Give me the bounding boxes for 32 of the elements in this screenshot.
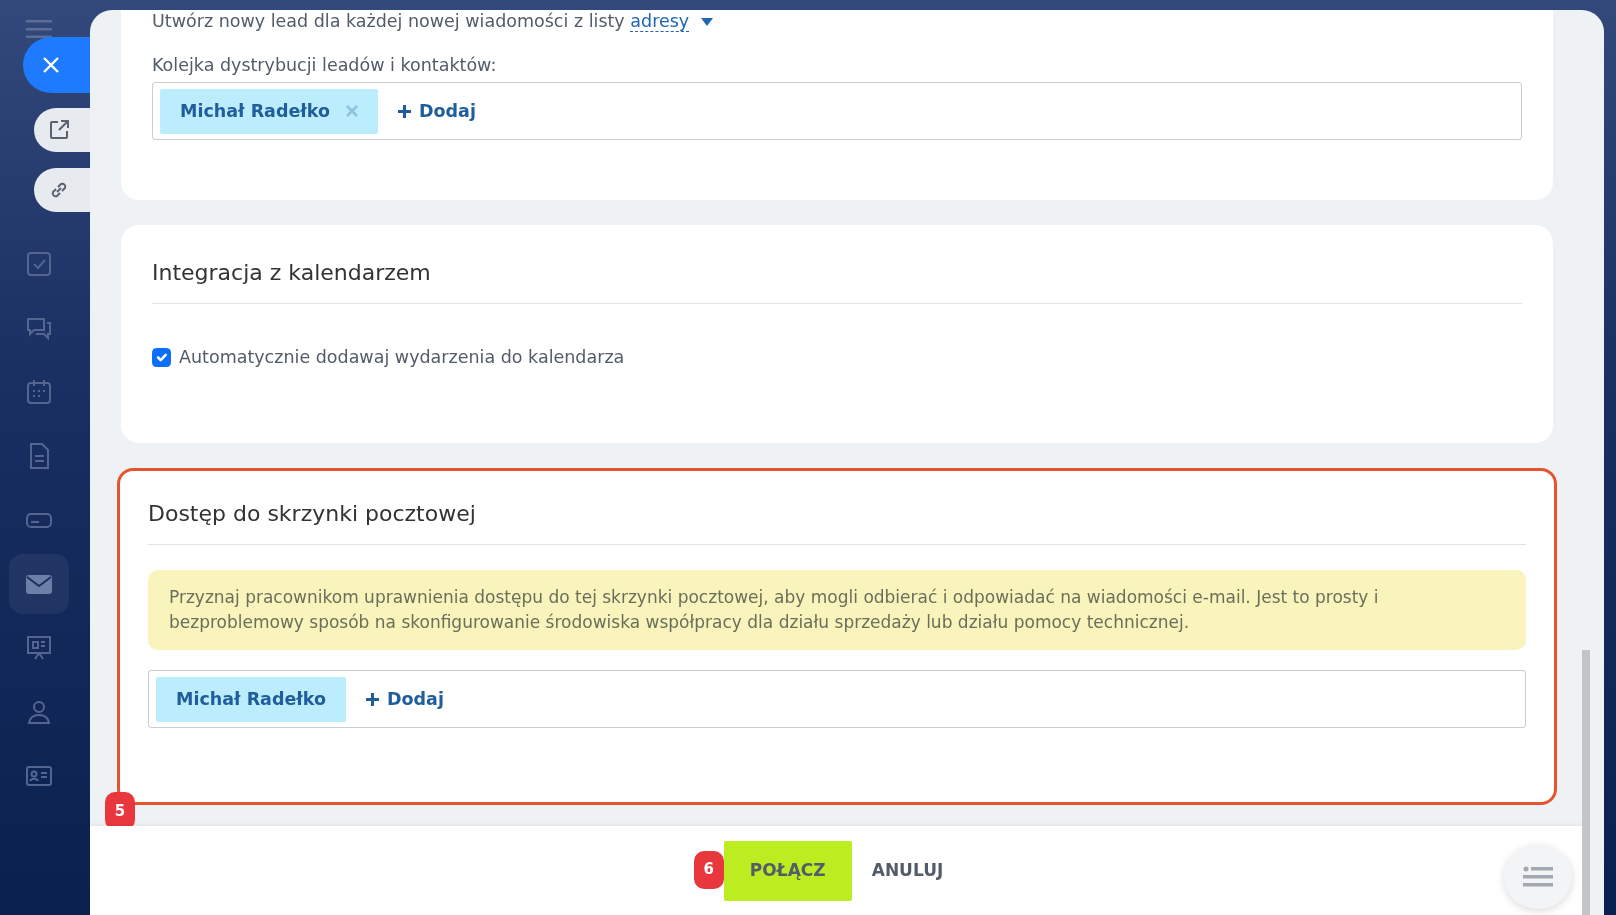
checkbox[interactable]	[152, 348, 171, 367]
caret-icon[interactable]	[700, 18, 713, 26]
external-link-icon	[48, 119, 70, 141]
open-external-button[interactable]	[34, 108, 90, 152]
people-selector-field[interactable]: Michał Radełko Dodaj	[152, 82, 1522, 141]
remove-icon[interactable]	[346, 105, 358, 118]
user-name: Michał Radełko	[180, 100, 330, 124]
list-link[interactable]: adresy	[630, 11, 690, 32]
plus-icon	[366, 692, 379, 706]
field-label: Kolejka dystrybucji leadów i kontaktów:	[152, 54, 497, 77]
close-button[interactable]	[23, 37, 90, 93]
lead-option-text: Utwórz nowy lead dla każdej nowej wiadomości z listy adresy	[152, 10, 1522, 32]
plus-icon	[398, 104, 411, 118]
menu-icon[interactable]	[26, 20, 52, 38]
checkbox-label: Automatycznie dodawaj wydarzenia do kalendarza	[179, 346, 625, 370]
add-button[interactable]: Dodaj	[366, 686, 444, 713]
scrollbar[interactable]	[1582, 650, 1590, 915]
user-name: Michał Radełko	[176, 688, 326, 712]
sidebar-item[interactable]	[9, 554, 69, 614]
info-notice: Przyznaj pracownikom uprawnienia dostępu do tej skrzynki pocztowej, aby mogli odbierać i odpowiadać na wiadomości e-mail. Jest to prosty i bezproblemowy sposób na skonfigurowanie środowiska współpracy dla działu sprzedaży lub działu pomocy technicznej.	[148, 570, 1526, 651]
cancel-button[interactable]: ANULUJ	[865, 856, 950, 885]
copy-link-button[interactable]	[34, 168, 90, 212]
step-marker: 6	[693, 850, 724, 889]
task-icon	[24, 249, 54, 279]
section-title: Integracja z kalendarzem	[152, 225, 1522, 305]
people-selector-field[interactable]: Michał Radełko Dodaj	[148, 670, 1526, 729]
list-icon	[1523, 866, 1553, 888]
connect-button[interactable]: POŁĄCZ	[723, 840, 852, 901]
add-button[interactable]: Dodaj	[398, 98, 476, 125]
close-icon	[41, 56, 60, 74]
section-title: Dostęp do skrzynki pocztowej	[148, 471, 1526, 546]
calendar-icon	[24, 377, 54, 407]
